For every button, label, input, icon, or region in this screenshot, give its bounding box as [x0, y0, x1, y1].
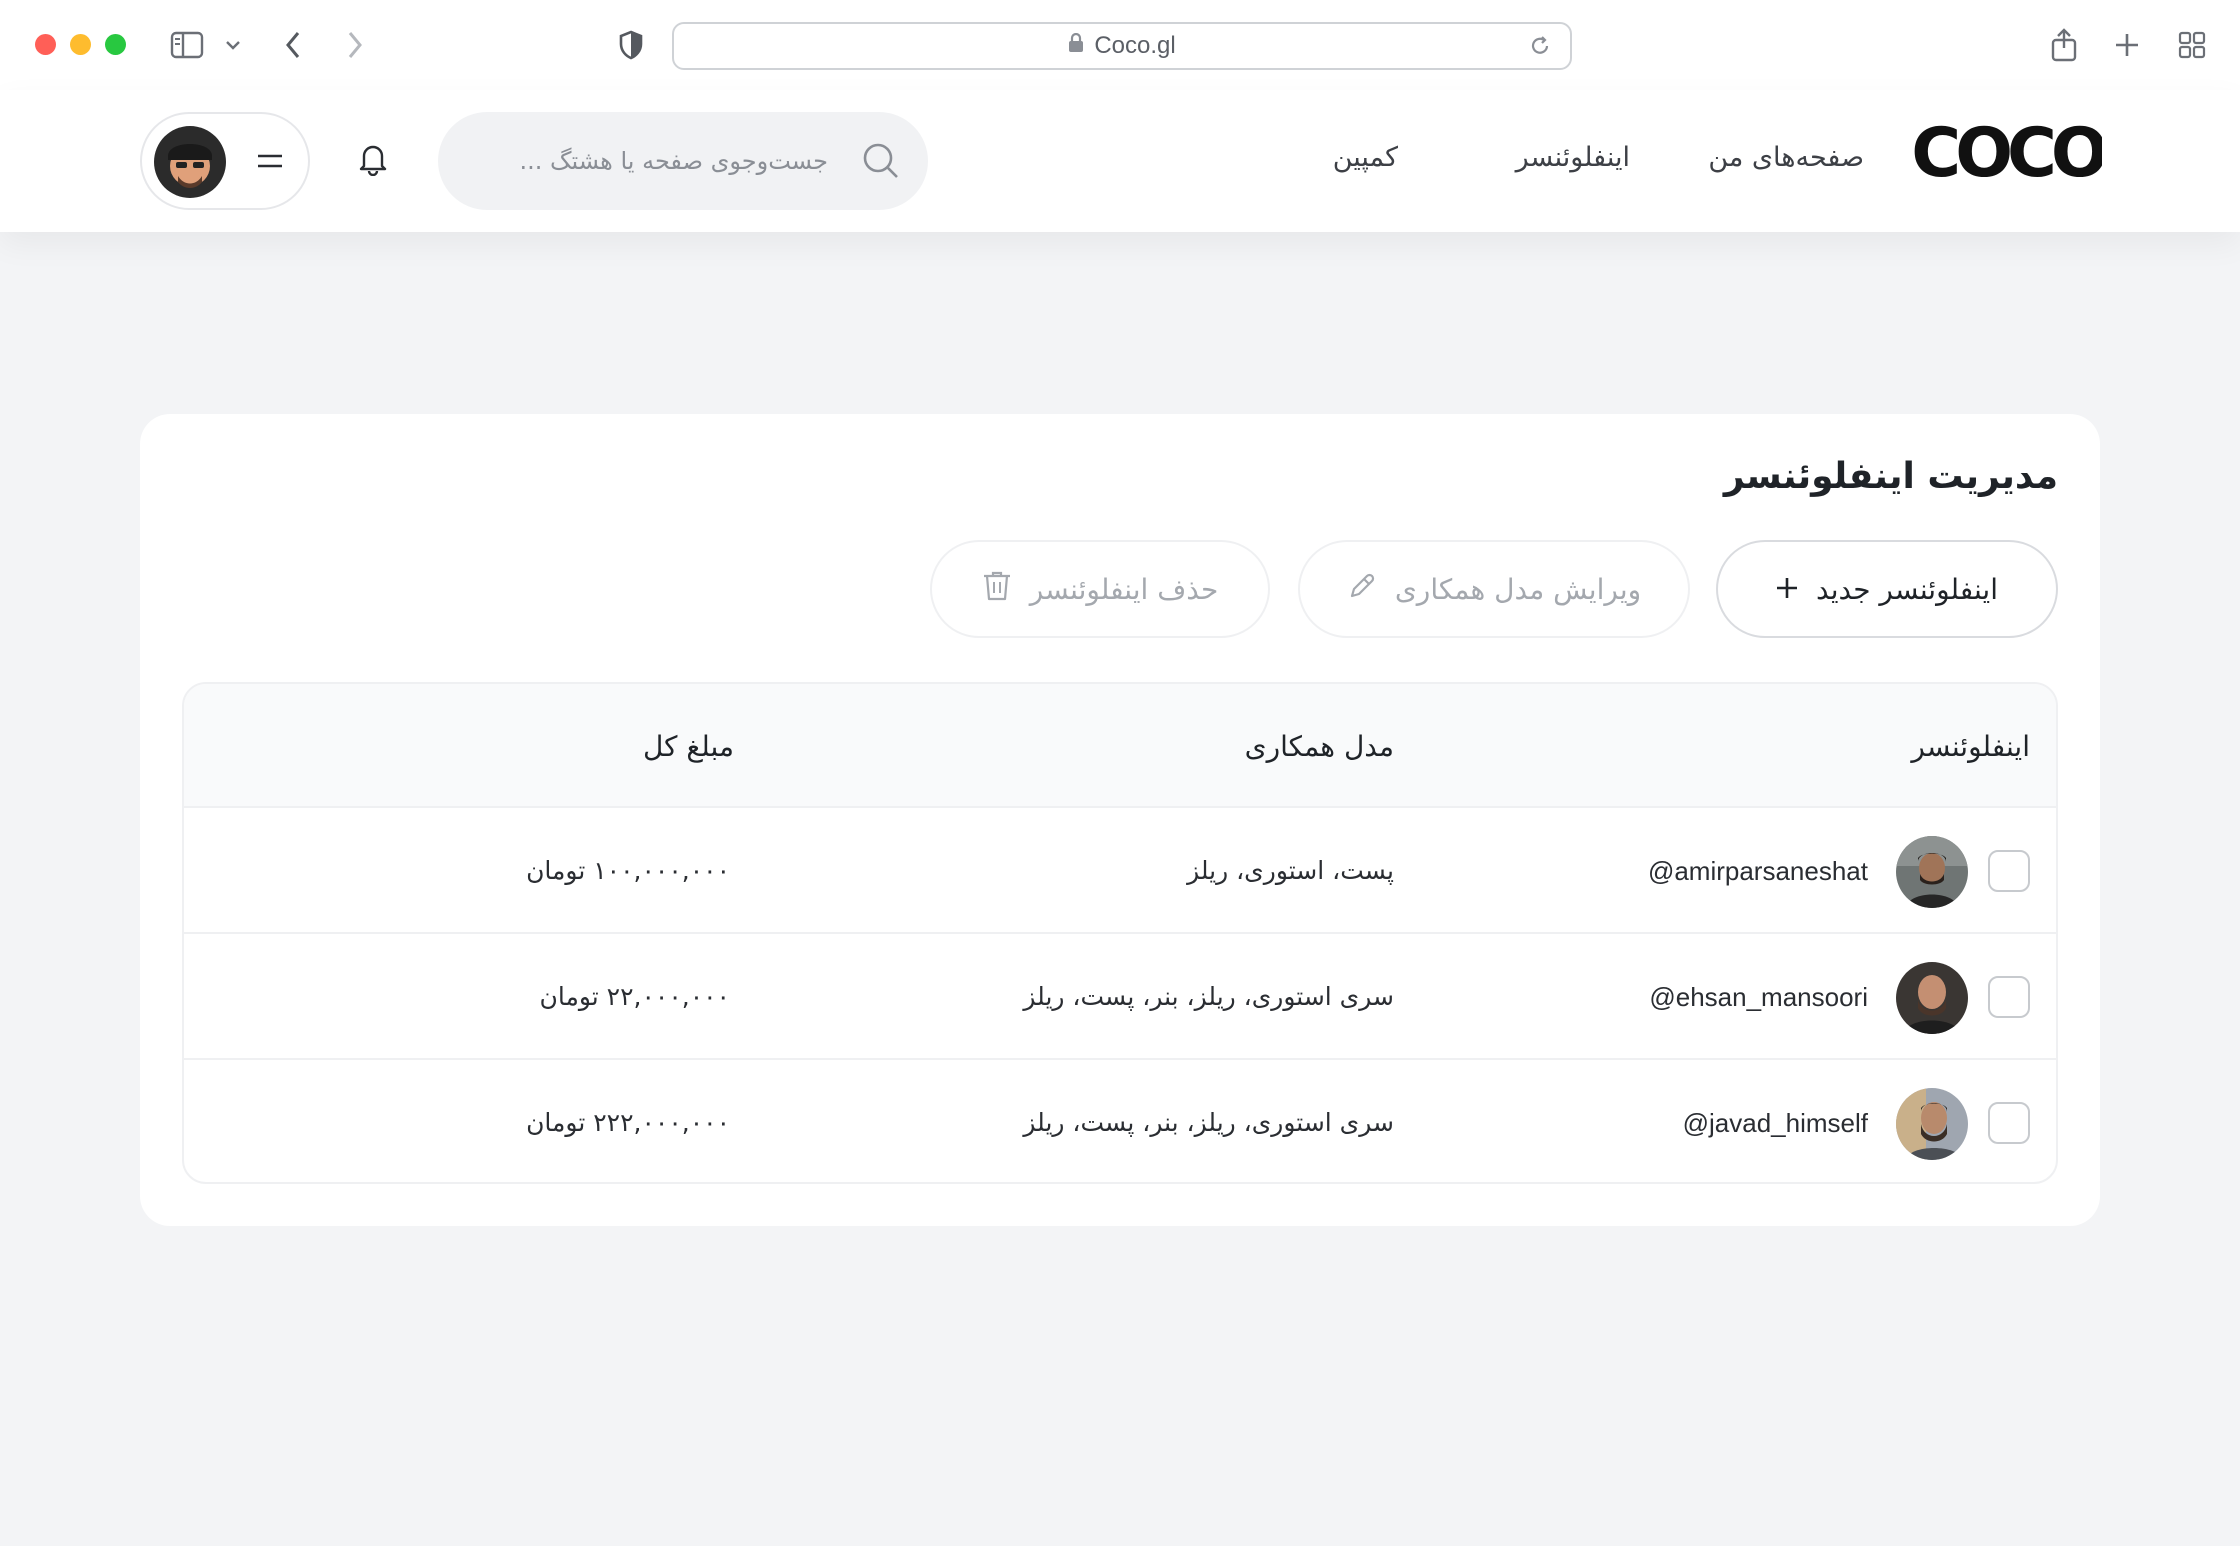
privacy-shield-icon[interactable]	[618, 26, 644, 64]
table-header: اینفلوئنسر مدل همکاری مبلغ کل	[184, 684, 2056, 808]
nav-my-pages[interactable]: صفحه‌های من	[1708, 142, 1864, 173]
edit-collaboration-model-button[interactable]: ویرایش مدل همکاری	[1298, 540, 1690, 638]
influencer-handle[interactable]: @amirparsaneshat	[1648, 856, 1868, 887]
row-checkbox[interactable]	[1988, 1102, 2030, 1144]
column-header-collaboration-model[interactable]: مدل همکاری	[1245, 730, 1394, 763]
menu-icon[interactable]	[256, 150, 284, 176]
nav-campaign[interactable]: کمپین	[1333, 142, 1398, 173]
new-influencer-label: اینفلوئنسر جدید	[1816, 572, 1998, 606]
app-header: COCO صفحه‌های من اینفلوئنسر کمپین	[0, 90, 2240, 232]
page-title: مدیریت اینفلوئنسر	[1723, 456, 2058, 497]
lock-icon	[1068, 32, 1084, 60]
influencer-avatar	[1896, 962, 1968, 1034]
pencil-icon	[1347, 571, 1377, 608]
new-tab-icon[interactable]	[2114, 26, 2140, 64]
table-row[interactable]: @amirparsaneshat پست، استوری، ریلز ۱۰۰,۰…	[184, 808, 2056, 934]
zoom-window-button[interactable]	[105, 34, 126, 55]
bell-icon[interactable]	[358, 142, 388, 180]
logo-text: COCO	[1912, 120, 2102, 186]
collaboration-model-cell: پست، استوری، ریلز	[1187, 856, 1394, 885]
browser-toolbar: Coco.gl	[0, 0, 2240, 90]
total-amount-cell: ۲۲۲,۰۰۰,۰۰۰ تومان	[526, 1108, 730, 1137]
new-influencer-button[interactable]: اینفلوئنسر جدید	[1716, 540, 2058, 638]
forward-icon[interactable]	[346, 26, 364, 64]
url-text: Coco.gl	[1094, 32, 1176, 59]
plus-icon	[1776, 573, 1798, 606]
trash-icon	[982, 570, 1012, 609]
influencer-handle[interactable]: @javad_himself	[1683, 1108, 1868, 1139]
column-header-influencer[interactable]: اینفلوئنسر	[1911, 730, 2030, 763]
share-icon[interactable]	[2050, 26, 2078, 64]
tab-overview-icon[interactable]	[2178, 26, 2206, 64]
edit-collaboration-label: ویرایش مدل همکاری	[1394, 572, 1642, 606]
collaboration-model-cell: سری استوری، ریلز، بنر، پست، ریلز	[1023, 982, 1394, 1011]
delete-influencer-label: حذف اینفلوئنسر	[1029, 572, 1219, 606]
table-row[interactable]: @ehsan_mansoori سری استوری، ریلز، بنر، پ…	[184, 934, 2056, 1060]
row-checkbox[interactable]	[1988, 976, 2030, 1018]
coco-logo[interactable]: COCO	[1911, 114, 2112, 193]
influencer-management-card: مدیریت اینفلوئنسر اینفلوئنسر جدید ویرایش…	[140, 414, 2100, 1226]
column-header-total-amount[interactable]: مبلغ کل	[643, 730, 734, 763]
influencer-avatar	[1896, 1088, 1968, 1160]
nav-influencer[interactable]: اینفلوئنسر	[1516, 142, 1630, 173]
row-checkbox[interactable]	[1988, 850, 2030, 892]
user-avatar[interactable]	[154, 126, 226, 198]
delete-influencer-button[interactable]: حذف اینفلوئنسر	[930, 540, 1270, 638]
close-window-button[interactable]	[35, 34, 56, 55]
collaboration-model-cell: سری استوری، ریلز، بنر، پست، ریلز	[1023, 1108, 1394, 1137]
table-row[interactable]: @javad_himself سری استوری، ریلز، بنر، پس…	[184, 1060, 2056, 1182]
sidebar-toggle-icon[interactable]	[170, 26, 204, 64]
reload-icon[interactable]	[1528, 34, 1552, 65]
influencer-handle[interactable]: @ehsan_mansoori	[1649, 982, 1868, 1013]
total-amount-cell: ۱۰۰,۰۰۰,۰۰۰ تومان	[526, 856, 730, 885]
search-icon[interactable]	[862, 142, 900, 184]
chevron-down-icon[interactable]	[225, 26, 241, 64]
total-amount-cell: ۲۲,۰۰۰,۰۰۰ تومان	[539, 982, 730, 1011]
address-bar[interactable]: Coco.gl	[672, 22, 1572, 70]
back-icon[interactable]	[284, 26, 302, 64]
influencer-avatar	[1896, 836, 1968, 908]
profile-menu[interactable]	[140, 112, 310, 210]
influencer-table: اینفلوئنسر مدل همکاری مبلغ کل @amirparsa…	[182, 682, 2058, 1184]
minimize-window-button[interactable]	[70, 34, 91, 55]
search-input[interactable]	[488, 136, 828, 186]
search-box	[438, 112, 928, 210]
